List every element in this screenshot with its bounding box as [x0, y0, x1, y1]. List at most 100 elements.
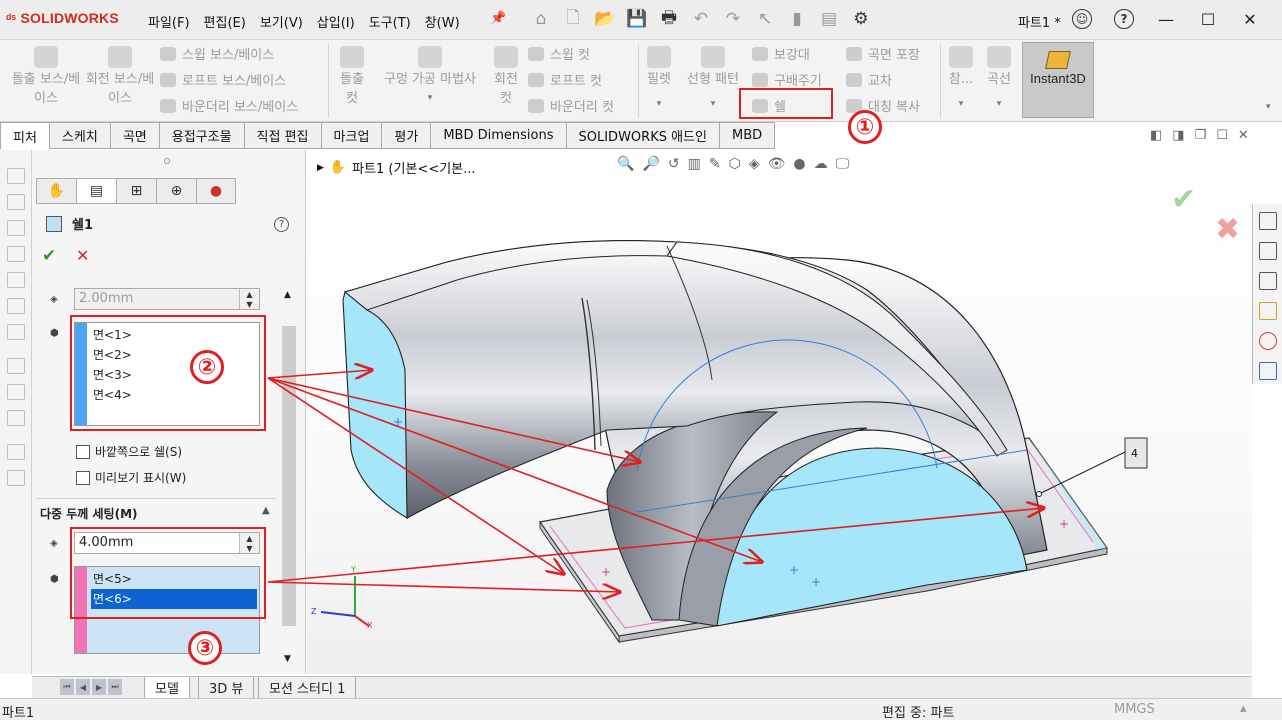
revolve-cut-button[interactable]: 회전 컷 [488, 46, 524, 108]
help-icon[interactable]: ? [274, 217, 289, 232]
undo-icon[interactable]: ↶ [690, 8, 712, 30]
solidworks-logo[interactable]: ᵈˢ SOLIDWORKS [6, 10, 119, 26]
checkbox[interactable] [76, 470, 90, 485]
fillet-dropdown-caret[interactable]: ▾ [642, 95, 676, 114]
appearances-icon[interactable] [1259, 332, 1277, 350]
sketch-tool-icon[interactable] [7, 272, 25, 288]
show-preview-checkbox[interactable]: 미리보기 표시(W) [76, 469, 186, 486]
save-icon[interactable]: 💾 [626, 8, 648, 30]
split-left-icon[interactable]: ◧ [1150, 128, 1162, 143]
hole-wizard-button[interactable]: 구멍 가공 마법사 ▾ [374, 46, 486, 108]
menu-view[interactable]: 보기(V) [260, 12, 303, 31]
curves-dropdown-caret[interactable]: ▾ [982, 95, 1016, 114]
extrude-boss-button[interactable]: 돌출 보스/베이스 [8, 46, 84, 108]
design-library-icon[interactable] [1259, 242, 1277, 260]
sketch-tool-icon[interactable] [7, 168, 25, 184]
last-tab-icon[interactable]: ⏭ [108, 679, 122, 695]
rib-button[interactable]: 보강대 [752, 44, 810, 63]
select-icon[interactable]: ↖ [754, 8, 776, 30]
checkbox[interactable] [76, 444, 90, 459]
maximize-view-icon[interactable]: ☐ [1216, 128, 1228, 143]
sketch-tool-icon[interactable] [7, 410, 25, 426]
extrude-cut-button[interactable]: 돌출 컷 [334, 46, 370, 108]
help-icon[interactable]: ? [1106, 6, 1142, 32]
fillet-button[interactable]: 필렛 ▾ [642, 46, 676, 114]
loft-boss-button[interactable]: 로프트 보스/베이스 [160, 70, 286, 89]
linear-pattern-dropdown-caret[interactable]: ▾ [682, 95, 744, 114]
tab-features[interactable]: 피처 [0, 122, 50, 149]
tab-motion-study[interactable]: 모션 스터디 1 [258, 677, 357, 699]
sketch-tool-icon[interactable] [7, 246, 25, 262]
user-account-icon[interactable]: ☺ [1064, 6, 1100, 32]
scroll-down-icon[interactable]: ▼ [284, 654, 291, 664]
pin-icon[interactable]: 📌 [490, 11, 506, 26]
reference-dropdown-caret[interactable]: ▾ [944, 95, 978, 114]
scroll-thumb[interactable] [282, 326, 296, 626]
tab-model[interactable]: 모델 [144, 677, 190, 699]
first-tab-icon[interactable]: ⏮ [60, 679, 74, 695]
sketch-tool-icon[interactable] [7, 470, 25, 486]
tab-surfaces[interactable]: 곡면 [110, 122, 160, 149]
boundary-boss-button[interactable]: 바운더리 보스/베이스 [160, 96, 298, 115]
draft-button[interactable]: 구배주기 [752, 70, 822, 89]
collapse-chevron-icon[interactable]: ▲ [262, 505, 270, 516]
thickness-spinner[interactable]: ▲ ▼ [239, 289, 259, 309]
sweep-cut-button[interactable]: 스윕 컷 [528, 44, 590, 63]
split-right-icon[interactable]: ◨ [1172, 128, 1184, 143]
multi-thickness-header[interactable]: 다중 두께 세팅(M) [40, 505, 138, 522]
next-tab-icon[interactable]: ▶ [92, 679, 106, 695]
sketch-tool-icon[interactable] [7, 194, 25, 210]
close-button[interactable]: ✕ [1232, 6, 1268, 32]
tab-weldments[interactable]: 용접구조물 [159, 122, 245, 149]
status-caret-icon[interactable]: ▴ [1240, 701, 1247, 716]
display-manager-tab-icon[interactable]: ● [196, 178, 236, 204]
home-icon[interactable]: ⌂ [530, 8, 552, 30]
dimxpert-tab-icon[interactable]: ⊕ [156, 178, 196, 204]
shell-outward-checkbox[interactable]: 바깥쪽으로 쉘(S) [76, 443, 182, 460]
configuration-manager-tab-icon[interactable]: ⊞ [116, 178, 156, 204]
tab-markup[interactable]: 마크업 [321, 122, 383, 149]
tab-evaluate[interactable]: 평가 [382, 122, 432, 149]
tile-window-icon[interactable]: ❐ [1195, 128, 1207, 143]
curves-button[interactable]: 곡선 ▾ [982, 46, 1016, 114]
menu-edit[interactable]: 편집(E) [204, 12, 246, 31]
sweep-boss-button[interactable]: 스윕 보스/베이스 [160, 44, 274, 63]
menu-window[interactable]: 창(W) [425, 12, 460, 31]
hole-wizard-dropdown-caret[interactable]: ▾ [374, 89, 486, 108]
menu-file[interactable]: 파일(F) [148, 12, 190, 31]
thickness-field[interactable]: 2.00mm ▲ ▼ [74, 288, 260, 310]
sketch-tool-icon[interactable] [7, 358, 25, 374]
boundary-cut-button[interactable]: 바운더리 컷 [528, 96, 614, 115]
redo-icon[interactable]: ↷ [722, 8, 744, 30]
revolve-boss-button[interactable]: 회전 보스/베이스 [84, 46, 156, 108]
tab-sketch[interactable]: 스케치 [49, 122, 111, 149]
sketch-tool-icon[interactable] [7, 220, 25, 236]
loft-cut-button[interactable]: 로프트 컷 [528, 70, 602, 89]
minimize-button[interactable]: — [1148, 6, 1184, 32]
tab-mbd[interactable]: MBD [719, 122, 776, 149]
print-icon[interactable]: 🖶 [658, 8, 680, 30]
sketch-tool-icon[interactable] [7, 324, 25, 340]
close-view-icon[interactable]: ✕ [1238, 128, 1249, 143]
new-document-icon[interactable]: 🗋 [562, 8, 584, 30]
sketch-tool-icon[interactable] [7, 444, 25, 460]
rebuild-icon[interactable]: ▮ [786, 8, 808, 30]
file-properties-icon[interactable]: ▤ [818, 8, 840, 30]
cancel-button[interactable]: ✕ [76, 246, 89, 265]
reference-geometry-button[interactable]: 참... ▾ [944, 46, 978, 114]
linear-pattern-button[interactable]: 선형 패턴 ▾ [682, 46, 744, 114]
wrap-button[interactable]: 곡면 포장 [846, 44, 920, 63]
solidworks-resources-icon[interactable] [1259, 212, 1277, 230]
prev-tab-icon[interactable]: ◀ [76, 679, 90, 695]
scroll-up-icon[interactable]: ▲ [284, 290, 291, 300]
sketch-tool-icon[interactable] [7, 298, 25, 314]
sketch-tool-icon[interactable] [7, 384, 25, 400]
tab-solidworks-addins[interactable]: SOLIDWORKS 애드인 [566, 122, 720, 149]
open-folder-icon[interactable]: 📂 [594, 8, 616, 30]
view-palette-icon[interactable] [1259, 302, 1277, 320]
property-manager-tab-icon[interactable]: ▤ [76, 178, 116, 204]
file-explorer-icon[interactable] [1259, 272, 1277, 290]
feature-manager-tab-icon[interactable]: ✋ [36, 178, 76, 204]
tab-direct-editing[interactable]: 직접 편집 [244, 122, 322, 149]
property-manager-scrollbar[interactable]: ▲ ▼ [280, 290, 298, 670]
